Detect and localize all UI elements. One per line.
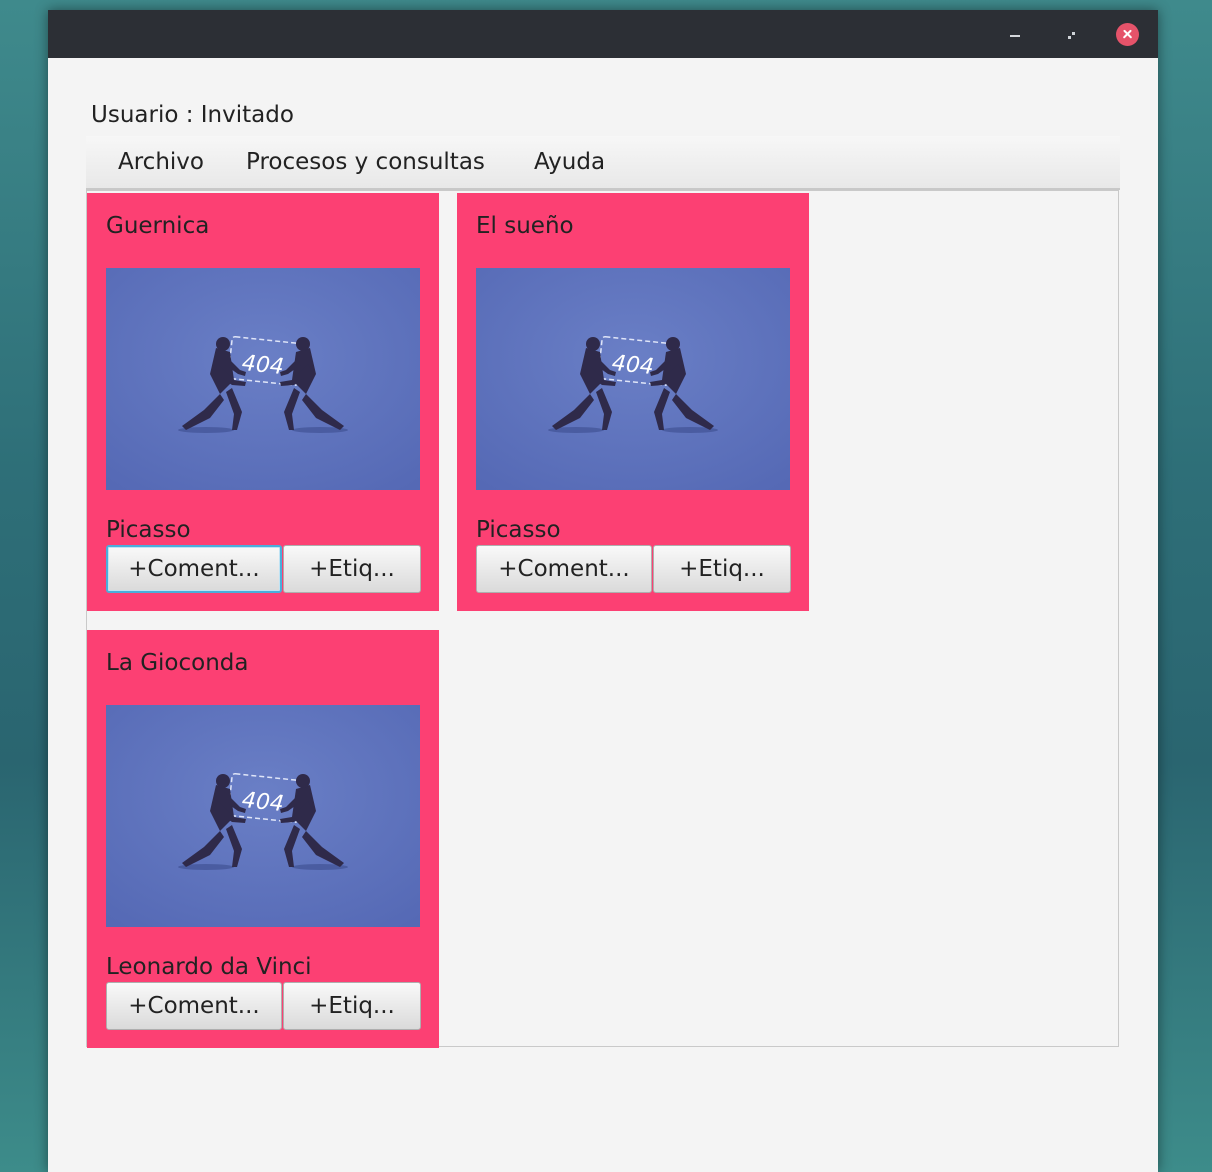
artwork-image: 404 — [106, 268, 420, 490]
add-comment-button[interactable]: +Coment... — [106, 545, 282, 593]
svg-text:404: 404 — [611, 351, 655, 380]
artwork-grid: Guernica 404 Picasso +Coment... +Etiq...… — [86, 190, 1119, 1048]
svg-text:404: 404 — [241, 788, 285, 817]
artwork-image: 404 — [106, 705, 420, 927]
svg-text:404: 404 — [241, 351, 285, 380]
artwork-card: Guernica 404 Picasso +Coment... +Etiq... — [87, 193, 439, 611]
menu-archivo[interactable]: Archivo — [118, 149, 204, 175]
minimize-icon[interactable] — [1004, 24, 1026, 46]
add-tag-button[interactable]: +Etiq... — [653, 545, 791, 593]
artwork-author: Picasso — [476, 517, 561, 543]
placeholder-404-illustration: 404 — [476, 268, 790, 490]
menu-ayuda[interactable]: Ayuda — [534, 149, 605, 175]
placeholder-404-illustration: 404 — [106, 268, 420, 490]
artwork-title: La Gioconda — [106, 650, 249, 676]
artwork-card: La Gioconda 404 Leonardo da Vinci +Comen… — [87, 630, 439, 1048]
artwork-card: El sueño 404 Picasso +Coment... +Etiq... — [457, 193, 809, 611]
artwork-author: Leonardo da Vinci — [106, 954, 312, 980]
placeholder-404-illustration: 404 — [106, 705, 420, 927]
menu-bar: Archivo Procesos y consultas Ayuda — [86, 136, 1120, 190]
add-comment-button[interactable]: +Coment... — [476, 545, 652, 593]
add-comment-button[interactable]: +Coment... — [106, 982, 282, 1030]
add-tag-button[interactable]: +Etiq... — [283, 982, 421, 1030]
user-label: Usuario : Invitado — [91, 102, 294, 128]
close-icon[interactable] — [1116, 23, 1139, 46]
app-window: Usuario : Invitado Archivo Procesos y co… — [48, 10, 1158, 1172]
add-tag-button[interactable]: +Etiq... — [283, 545, 421, 593]
menu-procesos-consultas[interactable]: Procesos y consultas — [246, 149, 485, 175]
artwork-author: Picasso — [106, 517, 191, 543]
artwork-image: 404 — [476, 268, 790, 490]
maximize-icon[interactable] — [1060, 24, 1082, 46]
title-bar[interactable] — [48, 10, 1158, 58]
artwork-title: Guernica — [106, 213, 210, 239]
artwork-title: El sueño — [476, 213, 574, 239]
